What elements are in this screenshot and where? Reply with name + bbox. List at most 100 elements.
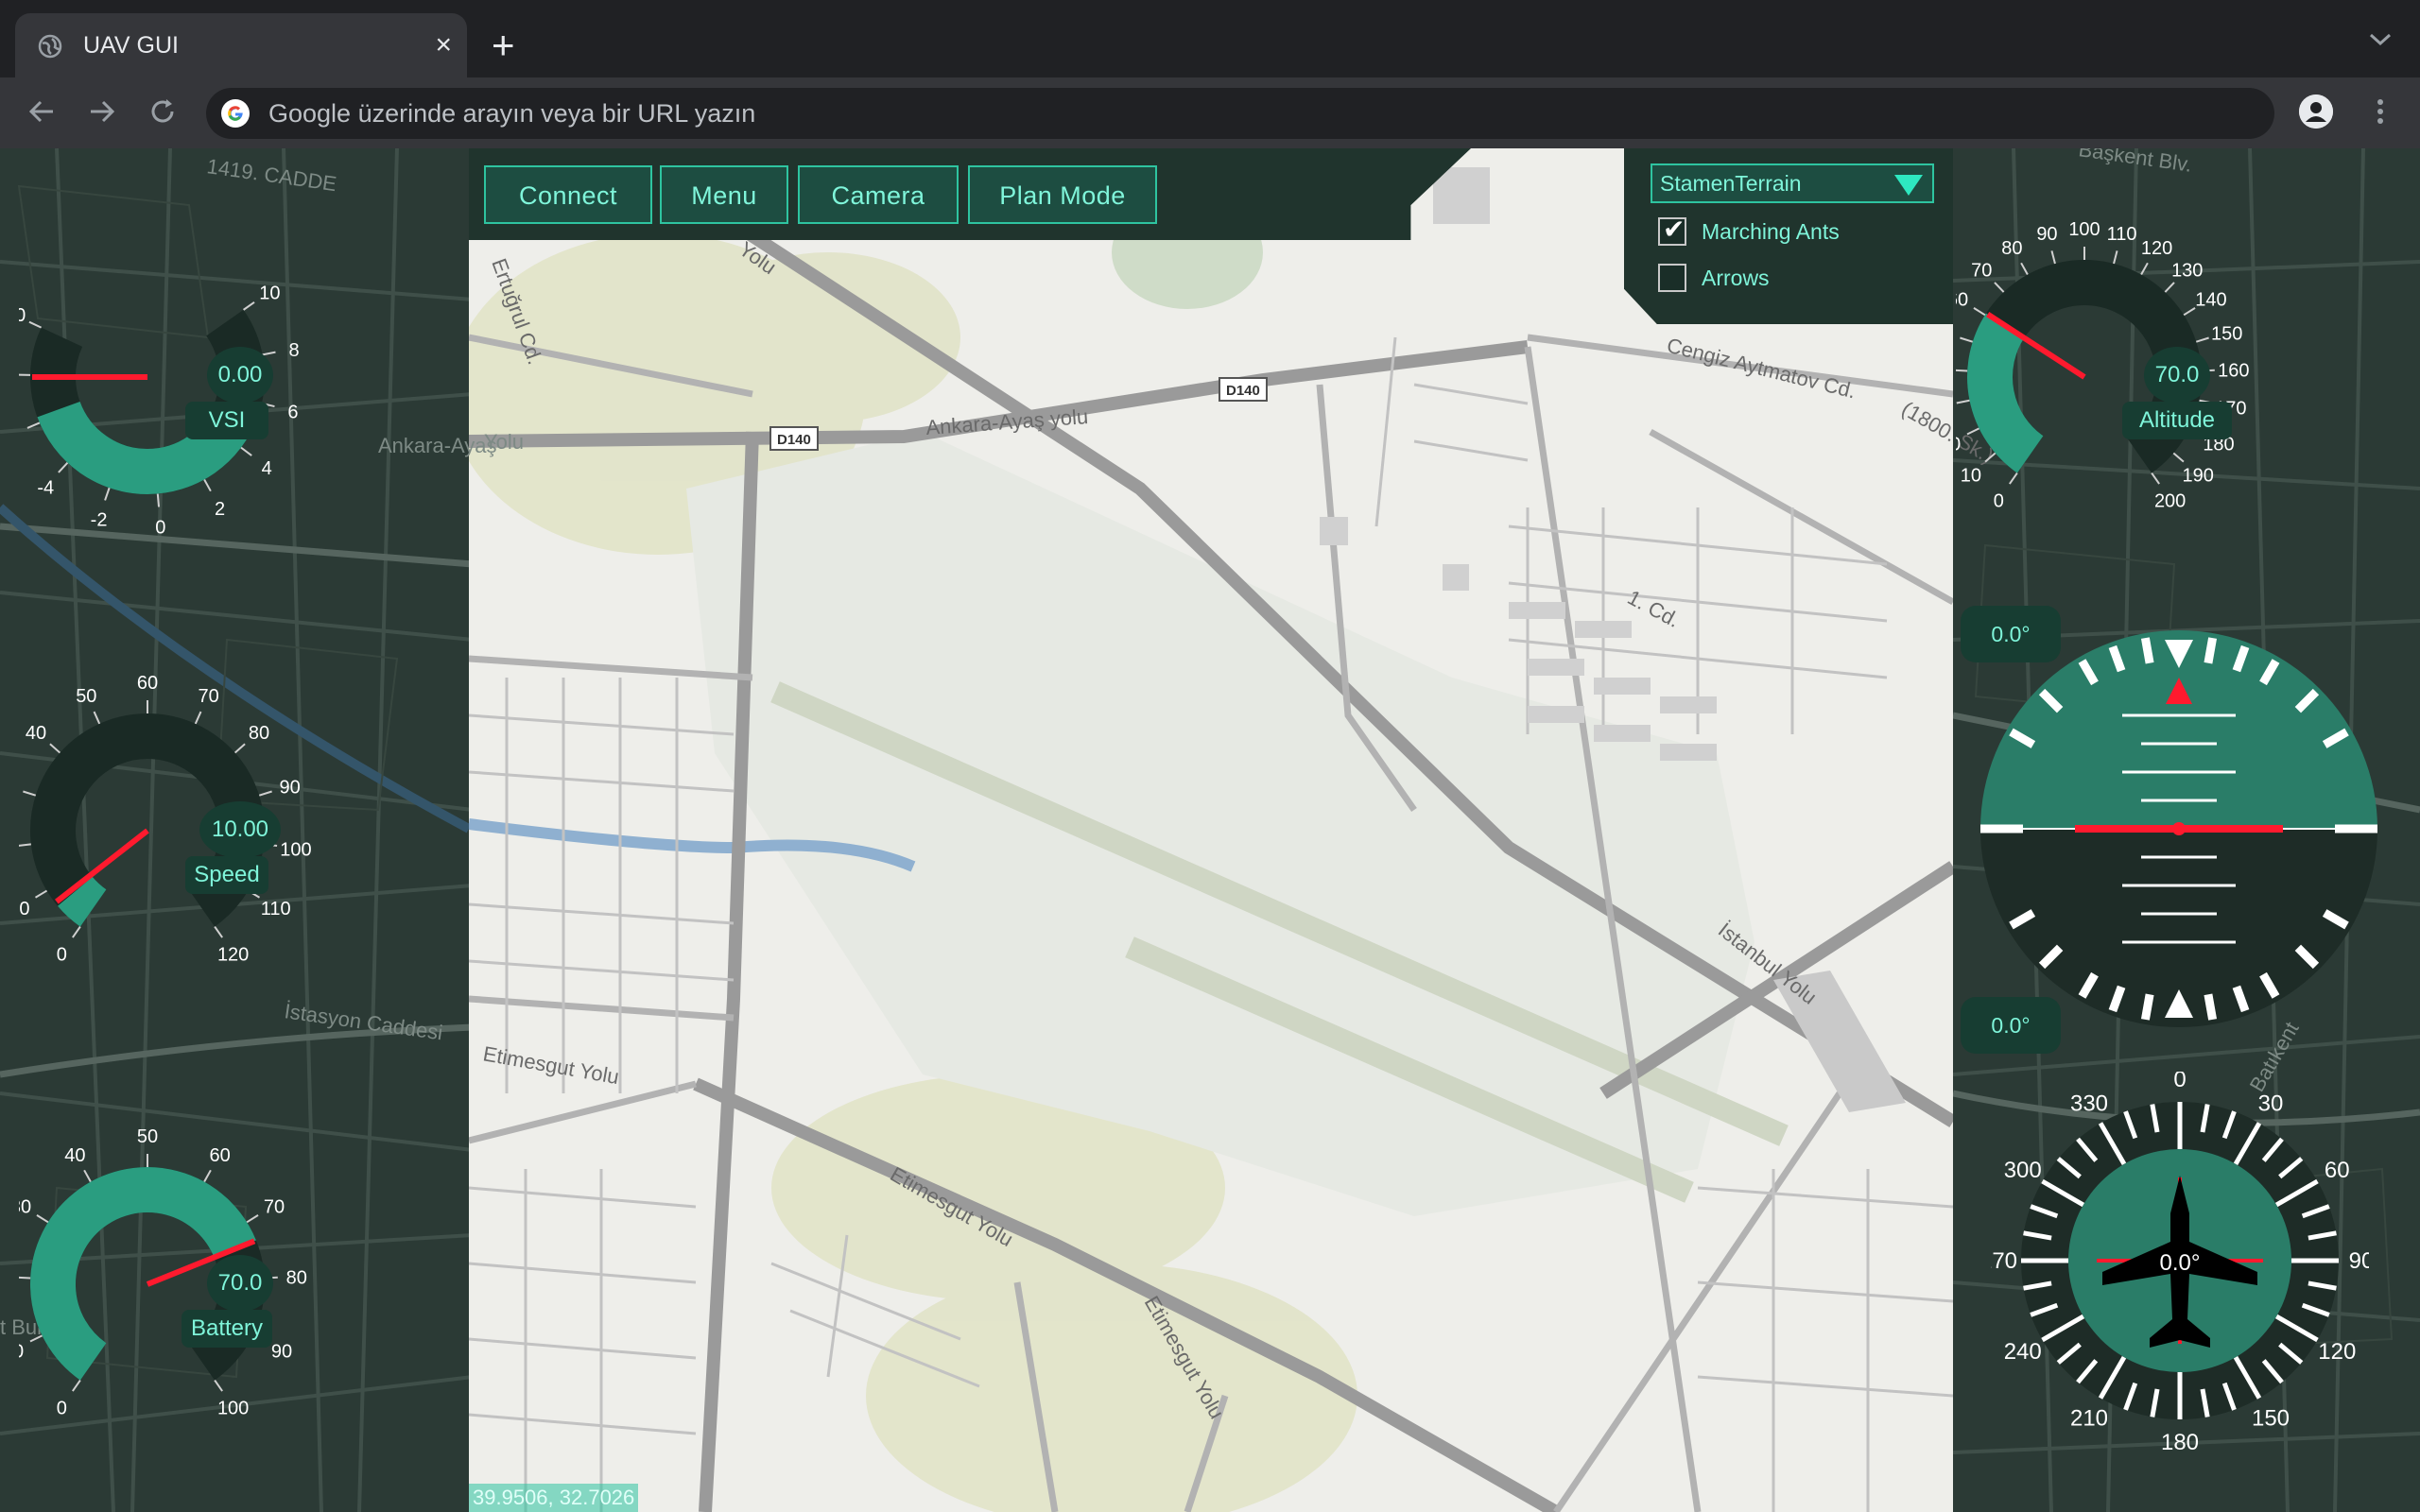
speed-value: 10.00 — [199, 801, 281, 858]
gauge-tick-label: 100 — [217, 1398, 249, 1418]
heading-tick-label: 150 — [2252, 1405, 2290, 1431]
gauge-tick — [246, 1214, 259, 1224]
gauge-tick — [72, 1380, 81, 1392]
gauge-tick-label: 160 — [2218, 361, 2249, 382]
person-icon — [2299, 94, 2333, 129]
altitude-label: Altitude — [2122, 402, 2232, 439]
gauge-tick-label: 100 — [280, 839, 311, 860]
gauge-fill — [58, 876, 108, 927]
more-icon[interactable] — [2363, 94, 2397, 129]
heading-tick-label: 30 — [2258, 1091, 2284, 1117]
gauge-tick — [2113, 250, 2118, 265]
gauge-tick — [240, 446, 252, 456]
gauge-tick — [156, 493, 161, 507]
gauge-tick — [34, 889, 48, 899]
heading-tick-label: 120 — [2318, 1339, 2356, 1365]
gauge-tick-label: 30 — [19, 1196, 31, 1217]
gauge-tick-label: 100 — [2068, 219, 2100, 240]
gauge-tick-label: 80 — [2001, 238, 2022, 259]
marching-ants-label: Marching Ants — [1702, 219, 1840, 244]
heading-tick-label: 90 — [2349, 1248, 2369, 1274]
gauge-tick — [1966, 427, 1979, 436]
map-layer-select[interactable]: StamenTerrain — [1651, 163, 1934, 203]
heading-indicator: 0 30 60 90 120 150 180 210 240 270 300 330 0.0° — [1991, 1072, 2369, 1450]
gauge-tick-label: 90 — [280, 777, 301, 798]
gauge-tick — [83, 1169, 92, 1183]
gauge-tick — [1956, 399, 1970, 404]
gauge-tick — [2195, 336, 2209, 343]
gauge-tick-label: 40 — [26, 723, 46, 744]
browser-chrome: UAV GUI × + Google üzerinde arayın veya … — [0, 0, 2420, 148]
marching-ants-checkbox[interactable]: ✔ — [1658, 215, 1686, 246]
menu-button[interactable]: Menu — [660, 165, 788, 224]
roll-tick — [2204, 993, 2218, 1021]
gauge-tick — [26, 421, 41, 429]
arrows-label: Arrows — [1702, 266, 1770, 290]
gauge-tick-label: 70 — [199, 686, 219, 707]
close-icon[interactable]: × — [435, 30, 452, 60]
back-icon[interactable] — [25, 94, 59, 129]
gauge-tick-label: 90 — [271, 1341, 292, 1362]
dropdown-arrow-icon — [1894, 175, 1923, 196]
gauge-tick — [214, 926, 223, 938]
gauge-tick — [36, 1214, 49, 1224]
gauge-tick — [2164, 282, 2175, 293]
gauge-tick-label: 0 — [57, 1398, 67, 1418]
gauge-tick — [2009, 472, 2018, 485]
gauge-tick-label: 8 — [289, 340, 300, 361]
connect-button[interactable]: Connect — [484, 165, 652, 224]
gauge-tick-label: 80 — [249, 723, 269, 744]
gauge-tick — [72, 926, 81, 938]
omnibox-placeholder: Google üzerinde arayın veya bir URL yazı… — [268, 99, 756, 128]
altitude-value: 70.0 — [2144, 347, 2210, 404]
gauge-tick-label: -2 — [91, 509, 108, 530]
roll-tick — [2140, 637, 2154, 664]
gauge-fill — [1967, 313, 2045, 473]
gauge-tick-label: 20 — [1956, 434, 1961, 455]
road-shield-d140-b: D140 — [1226, 383, 1260, 399]
heading-tick-label: 330 — [2070, 1091, 2108, 1117]
road-label-ertugrul: Ertuğrul Cd. — [487, 255, 547, 368]
gauge-tick-label: 120 — [2141, 238, 2172, 259]
speed-label: Speed — [185, 856, 268, 894]
chevron-down-icon[interactable] — [2367, 30, 2394, 49]
heading-tick-label: 180 — [2161, 1430, 2199, 1450]
heading-tick-label: 240 — [2004, 1339, 2042, 1365]
profile-avatar[interactable] — [2299, 94, 2333, 129]
plan-mode-button[interactable]: Plan Mode — [968, 165, 1157, 224]
arrows-checkbox[interactable] — [1658, 264, 1686, 292]
gauge-tick-label: 120 — [217, 944, 249, 965]
new-tab-button[interactable]: + — [492, 25, 515, 66]
gauge-tick — [233, 743, 246, 754]
gauge-tick-label: 70 — [264, 1196, 285, 1217]
browser-tab[interactable]: UAV GUI × — [15, 13, 467, 77]
gauge-tick-label: 60 — [1956, 289, 1968, 310]
gauge-tick-label: 10 — [1961, 466, 1981, 487]
gauge-tick — [2172, 452, 2185, 463]
gauge-tick — [2020, 262, 2029, 276]
gauge-tick — [1973, 307, 1986, 317]
forward-icon[interactable] — [85, 94, 119, 129]
gauge-tick-label: 70 — [1971, 260, 1992, 281]
gauge-tick — [58, 462, 69, 473]
battery-label: Battery — [182, 1310, 272, 1348]
globe-icon — [38, 34, 62, 59]
gauge-tick-label: 40 — [64, 1145, 85, 1166]
vsi-label: VSI — [185, 402, 268, 439]
heading-tick-label: 300 — [2004, 1158, 2042, 1183]
gauge-tick-label: 140 — [2195, 289, 2226, 310]
reload-icon[interactable] — [146, 94, 180, 129]
address-bar[interactable]: Google üzerinde arayın veya bir URL yazı… — [206, 88, 2274, 139]
gauge-tick — [262, 351, 276, 356]
gauge-tick — [203, 478, 212, 492]
gauge-tick-label: 50 — [137, 1126, 158, 1147]
tab-strip: UAV GUI × + — [0, 0, 2420, 77]
gauge-tick — [214, 1380, 223, 1392]
road-label-etimesgut-2: Etimesgut Yolu — [887, 1162, 1018, 1251]
gauge-tick-label: 0 — [155, 517, 165, 538]
app-page: Ankara-Ayaş yolu Cengiz Aytmatov Cd. (18… — [0, 148, 2420, 1512]
gauge-tick-label: 200 — [2154, 490, 2186, 511]
gauge-tick-label: 4 — [262, 458, 272, 479]
camera-button[interactable]: Camera — [798, 165, 959, 224]
gauge-tick-label: 60 — [209, 1145, 230, 1166]
